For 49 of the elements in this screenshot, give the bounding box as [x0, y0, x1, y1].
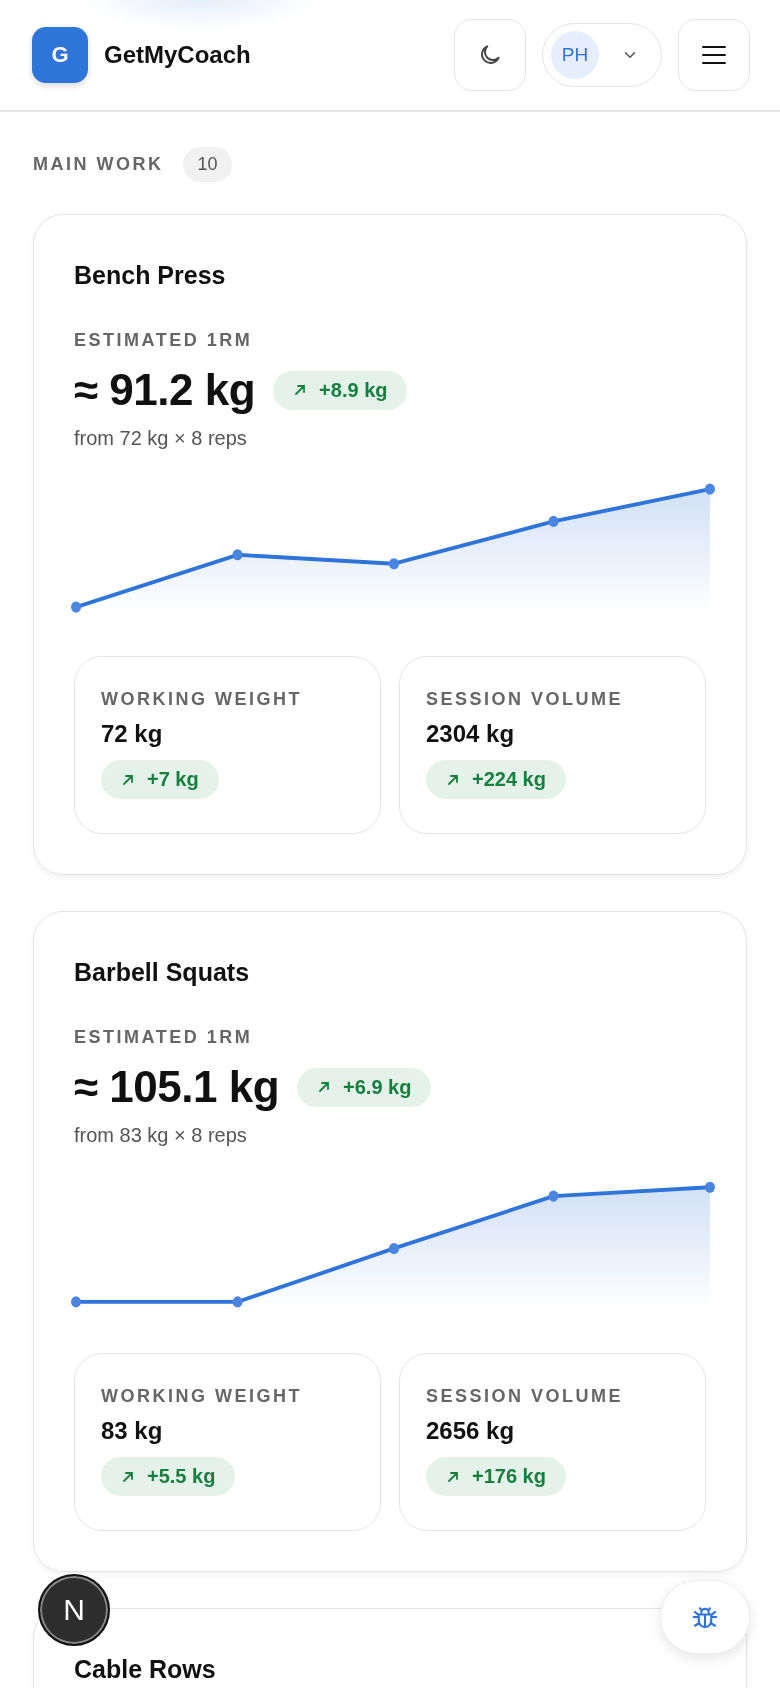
stat-label: SESSION VOLUME	[426, 689, 625, 710]
user-avatar: PH	[551, 31, 599, 79]
estimate-label: ESTIMATED 1RM	[74, 330, 254, 351]
section-title: MAIN WORK	[33, 153, 164, 175]
app-name: GetMyCoach	[104, 41, 251, 69]
arrow-up-right-icon	[446, 1469, 460, 1484]
exercise-name: Bench Press	[74, 261, 227, 290]
exercise-name: Cable Rows	[74, 1655, 217, 1684]
estimate-label: ESTIMATED 1RM	[74, 1027, 254, 1048]
change-badge: +176 kg	[426, 1457, 566, 1496]
arrow-up-right-icon	[121, 1469, 135, 1484]
stat-label: WORKING WEIGHT	[101, 1386, 303, 1407]
menu-button[interactable]	[678, 19, 750, 91]
trend-point	[232, 1296, 243, 1308]
estimated-1rm-value: ≈ 91.2 kg	[74, 365, 256, 415]
change-badge: +7 kg	[101, 760, 219, 799]
estimate-basis: from 72 kg × 8 reps	[74, 427, 248, 450]
trend-point	[704, 1181, 715, 1193]
stat-label: SESSION VOLUME	[426, 1386, 625, 1407]
change-badge: +8.9 kg	[273, 370, 408, 410]
menu-icon	[701, 44, 727, 66]
change-badge: +6.9 kg	[297, 1067, 432, 1107]
change-badge: +5.5 kg	[101, 1457, 236, 1496]
app-logo: G	[32, 27, 88, 83]
estimated-1rm-value: ≈ 105.1 kg	[74, 1062, 280, 1112]
stat-value: 72 kg	[101, 720, 164, 748]
arrow-up-right-icon	[446, 772, 460, 787]
change-badge: +224 kg	[426, 760, 566, 799]
trend-point	[704, 483, 715, 495]
dev-tools-badge[interactable]: N	[38, 1574, 110, 1646]
trend-point	[71, 601, 82, 613]
count-badge: 10	[183, 146, 232, 182]
theme-toggle-button[interactable]	[454, 19, 526, 91]
arrow-up-right-icon	[121, 772, 135, 787]
stat-label: WORKING WEIGHT	[101, 689, 303, 710]
arrow-up-right-icon	[317, 1080, 332, 1094]
profile-menu-button[interactable]: PH	[542, 23, 662, 87]
trend-point	[388, 1242, 400, 1254]
trend-point	[548, 1190, 559, 1202]
exercise-name: Barbell Squats	[74, 958, 251, 987]
trend-point	[71, 1296, 82, 1308]
stat-value: 2656 kg	[426, 1417, 516, 1445]
stat-value: 83 kg	[101, 1417, 164, 1445]
trend-point	[388, 558, 400, 570]
trend-point	[548, 515, 559, 527]
trend-point	[232, 549, 243, 561]
stat-value: 2304 kg	[426, 720, 516, 748]
estimate-basis: from 83 kg × 8 reps	[74, 1124, 248, 1147]
arrow-up-right-icon	[293, 383, 308, 397]
